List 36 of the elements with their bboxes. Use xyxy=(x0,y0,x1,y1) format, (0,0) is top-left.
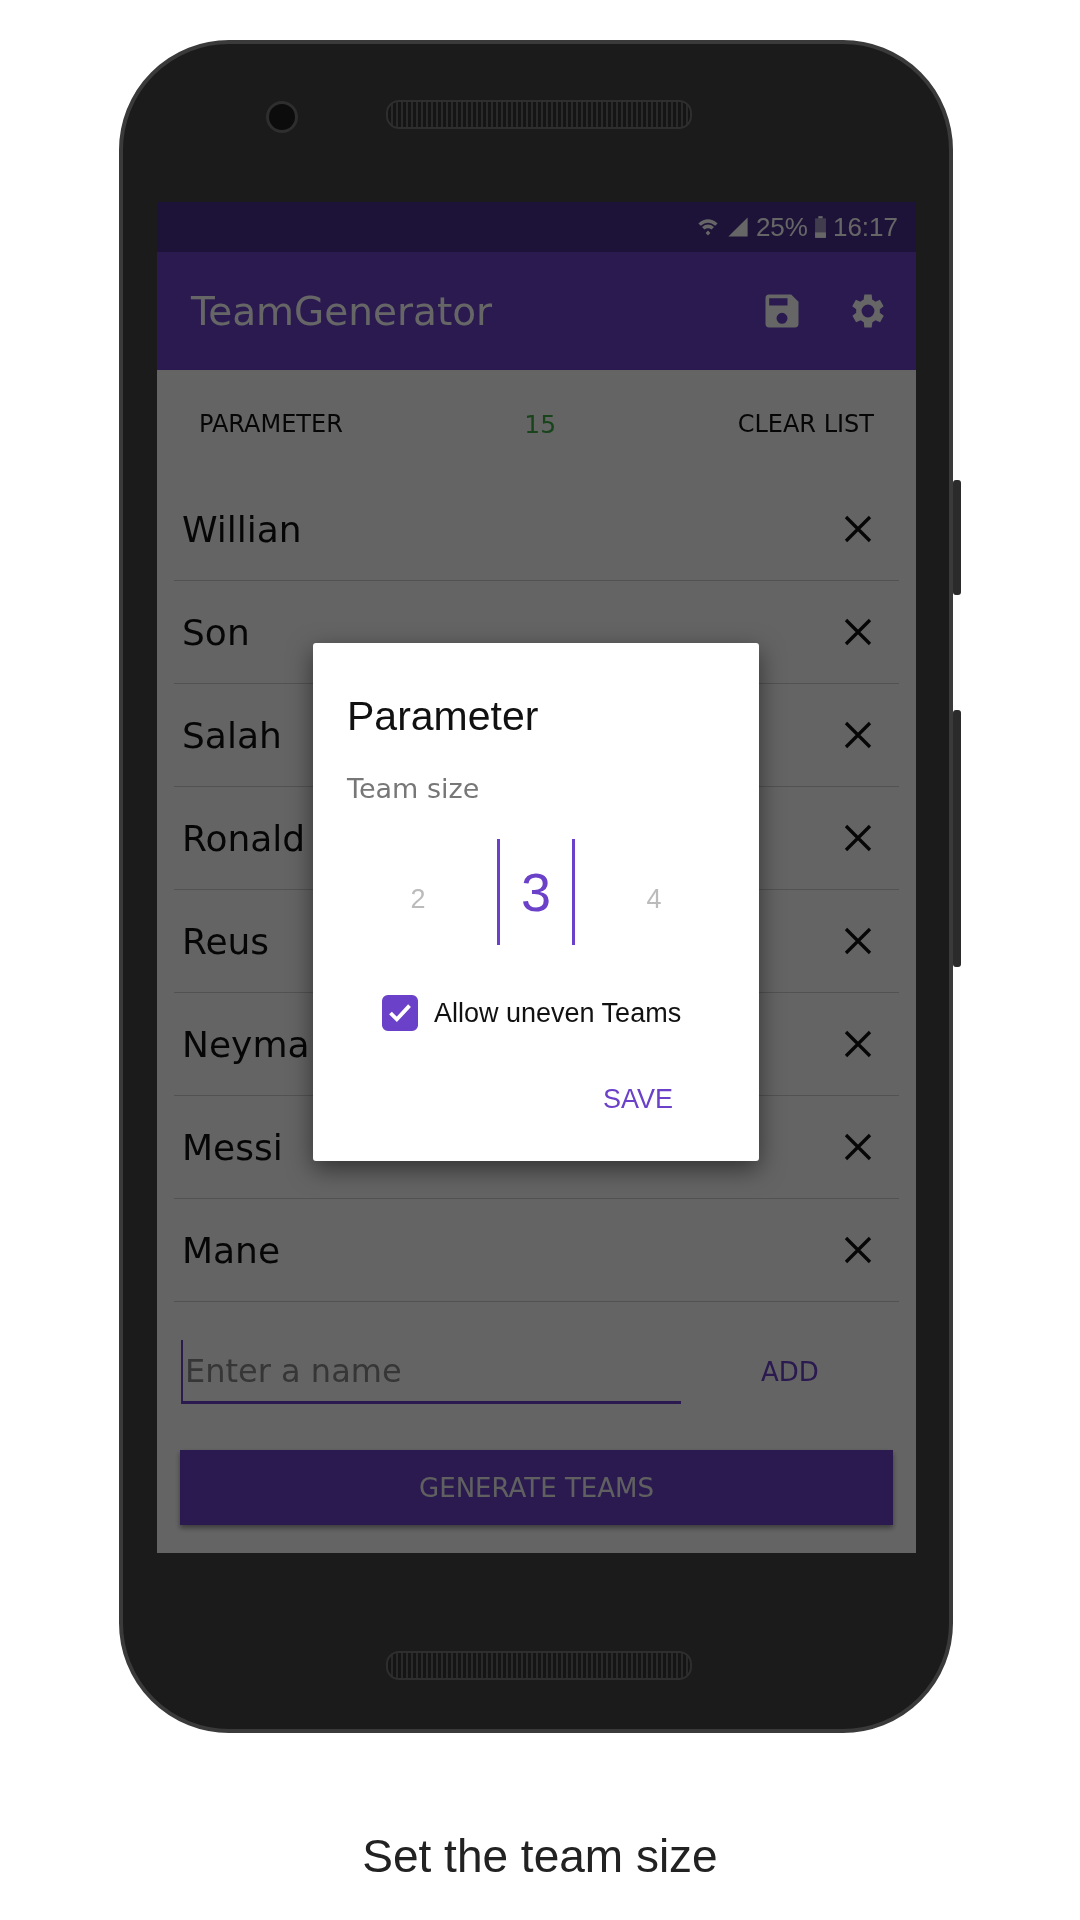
parameter-button[interactable]: PARAMETER xyxy=(191,404,351,444)
close-icon[interactable] xyxy=(843,926,873,956)
signal-icon xyxy=(725,215,750,239)
close-icon[interactable] xyxy=(843,617,873,647)
close-icon[interactable] xyxy=(843,823,873,853)
checkbox-label: Allow uneven Teams xyxy=(434,997,682,1029)
number-picker-value[interactable]: 4 xyxy=(595,869,713,915)
caption: Set the team size xyxy=(362,1829,718,1883)
close-icon[interactable] xyxy=(843,514,873,544)
player-name: Neyma xyxy=(182,1023,310,1065)
player-count: 15 xyxy=(524,409,557,439)
clear-list-button[interactable]: CLEAR LIST xyxy=(729,404,882,444)
close-icon[interactable] xyxy=(843,1132,873,1162)
team-size-label: Team size xyxy=(347,773,480,804)
player-name: Messi xyxy=(182,1126,283,1168)
player-name: Ronald xyxy=(182,817,306,859)
close-icon[interactable] xyxy=(843,1235,873,1265)
player-name: Reus xyxy=(182,920,270,962)
save-button[interactable]: SAVE xyxy=(592,1078,683,1121)
player-name: Son xyxy=(182,611,250,653)
player-name: Mane xyxy=(182,1229,281,1271)
camera-icon xyxy=(266,101,298,133)
app-title: TeamGenerator xyxy=(191,288,494,334)
clock: 16:17 xyxy=(832,211,898,243)
player-name: Salah xyxy=(182,714,282,756)
close-icon[interactable] xyxy=(843,720,873,750)
dialog-title: Parameter xyxy=(347,693,539,740)
add-button[interactable]: ADD xyxy=(741,1349,839,1395)
checkbox[interactable] xyxy=(382,995,418,1031)
player-name: Willian xyxy=(182,508,302,550)
battery-percent: 25% xyxy=(755,211,808,243)
close-icon[interactable] xyxy=(843,1029,873,1059)
number-picker-value[interactable]: 2 xyxy=(359,869,477,915)
generate-teams-button[interactable]: GENERATE TEAMS xyxy=(180,1450,893,1525)
number-picker-value[interactable]: 3 xyxy=(497,839,575,945)
battery-icon xyxy=(813,215,827,239)
